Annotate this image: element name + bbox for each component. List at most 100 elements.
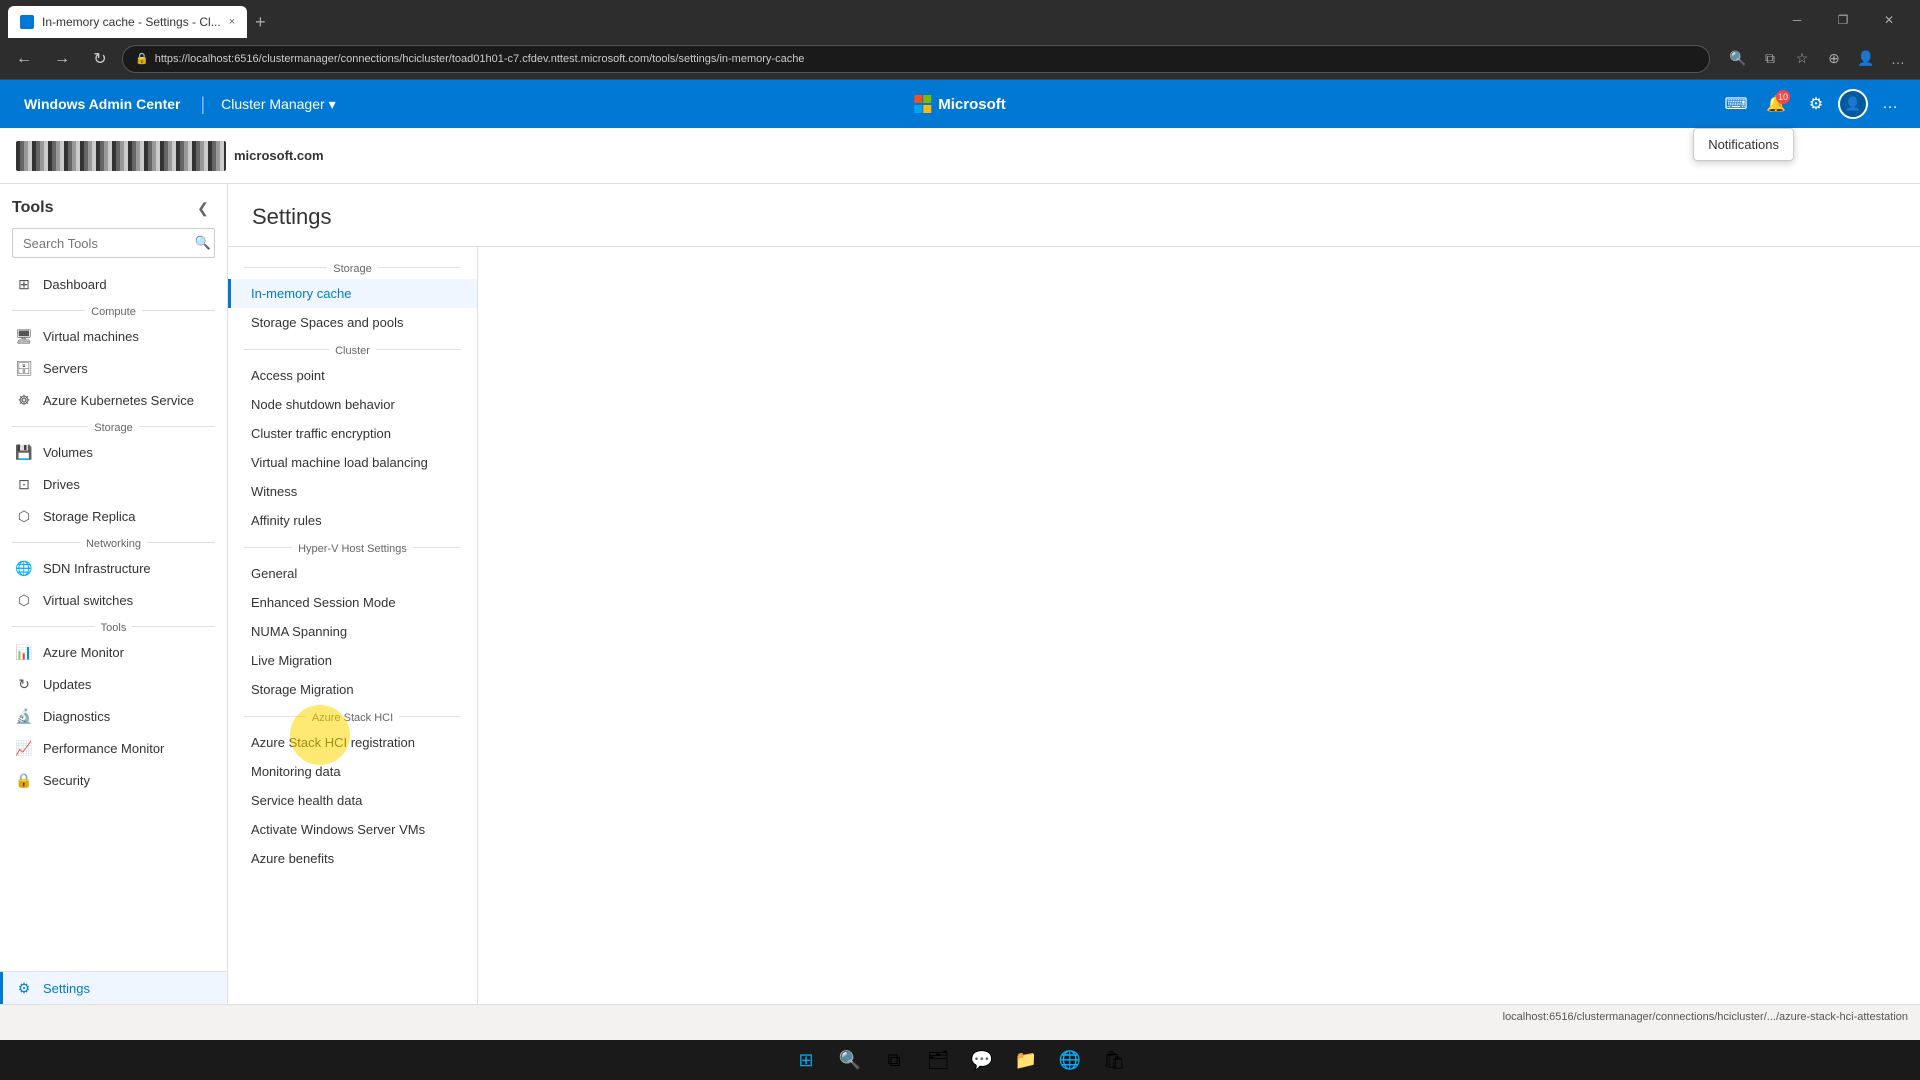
tab-bar: In-memory cache - Settings - Cl... × + ─… [0,0,1920,38]
volumes-icon: 💾 [15,443,33,461]
search-submit-button[interactable]: 🔍 [195,235,211,251]
extensions-btn[interactable]: ⧉ [1756,45,1784,73]
sidebar-item-virtual-switches[interactable]: ⬡ Virtual switches [0,584,227,616]
tab-close-button[interactable]: × [229,16,235,28]
taskbar-search-button[interactable]: 🔍 [832,1042,868,1078]
settings-nav-cluster-traffic-encryption[interactable]: Cluster traffic encryption [228,419,477,448]
avatar-btn[interactable]: 👤 [1838,86,1868,122]
collections-btn[interactable]: ⊕ [1820,45,1848,73]
sidebar-item-virtual-machines[interactable]: 🖥 Virtual machines [0,320,227,352]
sidebar-item-updates[interactable]: ↻ Updates [0,668,227,700]
command-palette-btn[interactable]: ⌨ [1718,86,1754,122]
sidebar-item-servers[interactable]: 🗄 Servers [0,352,227,384]
settings-nav-access-point[interactable]: Access point [228,361,477,390]
settings-nav: Storage In-memory cache Storage Spaces a… [228,247,478,1004]
sidebar-item-dashboard[interactable]: ⊞ Dashboard [0,268,227,300]
sidebar-item-label: Security [43,773,90,788]
notification-badge: 10 [1776,90,1790,104]
sidebar-item-label: Performance Monitor [43,741,164,756]
content-area: Settings Storage In-memory cache Storage… [228,184,1920,1004]
wac-toolbar: Windows Admin Center | Cluster Manager ▾… [0,80,1920,128]
settings-nav-storage-spaces-pools[interactable]: Storage Spaces and pools [228,308,477,337]
settings-nav-storage-migration[interactable]: Storage Migration [228,675,477,704]
performance-monitor-icon: 📈 [15,739,33,757]
minimize-button[interactable]: ─ [1774,2,1820,38]
logo-bar: microsoft.com [0,128,1920,184]
settings-nav-affinity-rules[interactable]: Affinity rules [228,506,477,535]
address-bar[interactable]: 🔒 https://localhost:6516/clustermanager/… [122,45,1710,73]
ms-sq-yellow [923,105,931,113]
cluster-manager-btn[interactable]: Cluster Manager ▾ [213,92,344,117]
sidebar-item-label: Diagnostics [43,709,110,724]
restore-button[interactable]: ❐ [1820,2,1866,38]
settings-header: Settings [228,184,1920,247]
settings-main-content [478,247,1920,1004]
sidebar-item-settings[interactable]: ⚙ Settings [0,972,227,1004]
settings-nav-in-memory-cache[interactable]: In-memory cache [228,279,477,308]
sidebar-item-storage-replica[interactable]: ⬡ Storage Replica [0,500,227,532]
sidebar-item-sdn[interactable]: 🌐 SDN Infrastructure [0,552,227,584]
favorites-btn[interactable]: ☆ [1788,45,1816,73]
settings-section-azure-stack: Azure Stack HCI [228,704,477,728]
sidebar-item-azure-kubernetes[interactable]: ☸ Azure Kubernetes Service [0,384,227,416]
taskbar-teams-button[interactable]: 💬 [964,1042,1000,1078]
refresh-button[interactable]: ↻ [84,43,116,75]
forward-button[interactable]: → [46,43,78,75]
sidebar-item-label: Dashboard [43,277,107,292]
back-button[interactable]: ← [8,43,40,75]
sidebar-item-azure-monitor[interactable]: 📊 Azure Monitor [0,636,227,668]
taskbar-widgets-button[interactable]: 🗂 [920,1042,956,1078]
sidebar-item-label: Volumes [43,445,93,460]
settings-nav-vm-load-balancing[interactable]: Virtual machine load balancing [228,448,477,477]
sidebar-item-label: Storage Replica [43,509,136,524]
settings-section-storage: Storage [228,255,477,279]
diagnostics-icon: 🔬 [15,707,33,725]
collapse-sidebar-button[interactable]: ❮ [191,196,215,220]
taskbar-edge-button[interactable]: 🌐 [1052,1042,1088,1078]
taskbar-start-button[interactable]: ⊞ [788,1042,824,1078]
settings-nav-numa-spanning[interactable]: NUMA Spanning [228,617,477,646]
sidebar-item-performance-monitor[interactable]: 📈 Performance Monitor [0,732,227,764]
storage-replica-icon: ⬡ [15,507,33,525]
taskbar-store-button[interactable]: 🛍 [1096,1042,1132,1078]
settings-nav-service-health-data[interactable]: Service health data [228,786,477,815]
search-icon-btn[interactable]: 🔍 [1724,45,1752,73]
settings-section-hyperv: Hyper-V Host Settings [228,535,477,559]
taskbar-file-explorer-button[interactable]: 📁 [1008,1042,1044,1078]
browser-window: In-memory cache - Settings - Cl... × + ─… [0,0,1920,1028]
sidebar-item-drives[interactable]: ⊡ Drives [0,468,227,500]
wac-brand[interactable]: Windows Admin Center [12,92,192,116]
more-btn[interactable]: … [1884,45,1912,73]
sidebar-item-label: SDN Infrastructure [43,561,151,576]
settings-icon: ⚙ [15,979,33,997]
virtual-machines-icon: 🖥 [15,327,33,345]
browser-tab-active[interactable]: In-memory cache - Settings - Cl... × [8,6,247,38]
taskbar-task-view-button[interactable]: ⧉ [876,1042,912,1078]
drives-icon: ⊡ [15,475,33,493]
new-tab-button[interactable]: + [247,6,274,38]
settings-nav-activate-windows-server-vms[interactable]: Activate Windows Server VMs [228,815,477,844]
taskbar: ⊞ 🔍 ⧉ 🗂 💬 📁 🌐 🛍 [0,1040,1920,1080]
settings-nav-monitoring-data[interactable]: Monitoring data [228,757,477,786]
sidebar-item-volumes[interactable]: 💾 Volumes [0,436,227,468]
notifications-btn[interactable]: 🔔 10 Notifications [1758,86,1794,122]
sidebar-item-security[interactable]: 🔒 Security [0,764,227,796]
settings-nav-azure-benefits[interactable]: Azure benefits [228,844,477,873]
sidebar-item-diagnostics[interactable]: 🔬 Diagnostics [0,700,227,732]
sdn-icon: 🌐 [15,559,33,577]
dashboard-icon: ⊞ [15,275,33,293]
settings-nav-live-migration[interactable]: Live Migration [228,646,477,675]
settings-nav-azure-stack-hci-registration[interactable]: Azure Stack HCI registration [228,728,477,757]
settings-gear-btn[interactable]: ⚙ [1798,86,1834,122]
settings-nav-general[interactable]: General [228,559,477,588]
settings-page-title: Settings [252,204,1896,230]
kubernetes-icon: ☸ [15,391,33,409]
account-icon-btn[interactable]: 👤 [1852,45,1880,73]
search-box: 🔍 [12,228,215,258]
close-button[interactable]: ✕ [1866,2,1912,38]
settings-nav-node-shutdown[interactable]: Node shutdown behavior [228,390,477,419]
search-tools-input[interactable] [12,228,215,258]
settings-nav-enhanced-session-mode[interactable]: Enhanced Session Mode [228,588,477,617]
settings-nav-witness[interactable]: Witness [228,477,477,506]
more-options-btn[interactable]: … [1872,86,1908,122]
